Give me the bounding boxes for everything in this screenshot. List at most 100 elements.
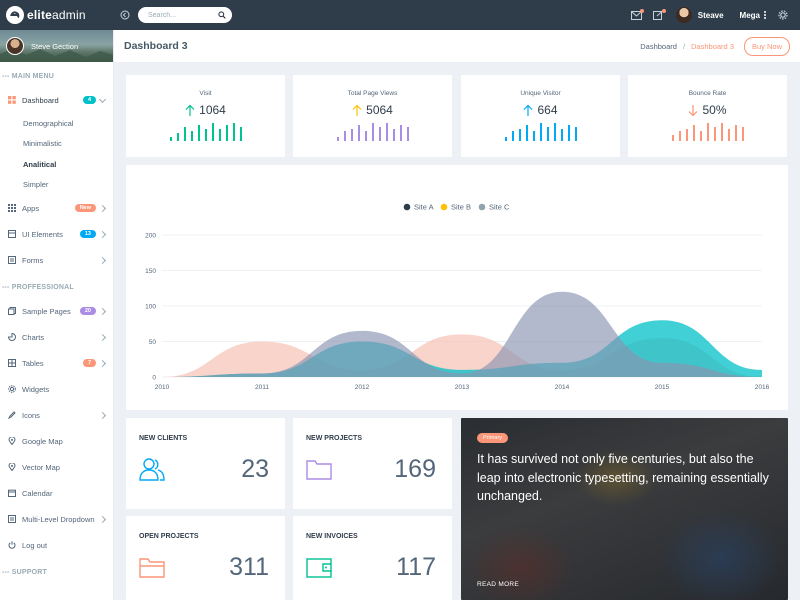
- legend-marker: [478, 203, 486, 211]
- legend-marker: [440, 203, 448, 211]
- user-avatar[interactable]: [675, 7, 692, 23]
- sparkline-bar: [546, 127, 549, 141]
- sidebar-item-apps[interactable]: Apps New: [0, 195, 113, 221]
- sample-pages-badge: 20: [79, 307, 96, 315]
- sidebar-item-google-map[interactable]: Google Map: [0, 428, 113, 454]
- chevron-down-icon: [98, 95, 107, 103]
- sidebar-item-ui-elements[interactable]: UI Elements 13: [0, 221, 113, 247]
- search-box[interactable]: [138, 7, 232, 23]
- sparkline-bar: [727, 129, 730, 141]
- card-value: 23: [241, 455, 269, 483]
- profile-name[interactable]: Steve Gection: [31, 42, 78, 51]
- y-tick-label: 200: [145, 233, 156, 240]
- sidebar-toggle-icon[interactable]: [118, 8, 132, 22]
- sparkline-bar: [685, 129, 688, 141]
- x-tick-label: 2016: [755, 384, 770, 391]
- professional-label: --- PROFFESSIONAL: [2, 283, 74, 291]
- sidebar-item-multi-level-dropdown[interactable]: Multi-Level Dropdown: [0, 506, 113, 532]
- sidebar-subitem-minimalistic[interactable]: Minimalistic: [0, 134, 113, 155]
- x-tick-label: 2015: [655, 384, 670, 391]
- topbar: eliteadmin Steave Mega: [0, 0, 800, 30]
- stat-value: 50%: [702, 103, 727, 117]
- sidebar-item-tables[interactable]: Tables 7: [0, 350, 113, 376]
- sidebar-item-label: Log out: [22, 540, 48, 550]
- sidebar-item-icons[interactable]: Icons: [0, 402, 113, 428]
- sparkline-bar: [371, 123, 374, 141]
- sparkline-bar: [218, 129, 221, 141]
- apps-badge: New: [74, 204, 96, 212]
- sparkline-bar: [204, 129, 207, 141]
- sidebar-subitem-demographical[interactable]: Demographical: [0, 113, 113, 134]
- sparkline-bar: [190, 131, 193, 141]
- sidebar-item-label: Multi-Level Dropdown: [22, 514, 95, 524]
- search-icon[interactable]: [218, 6, 226, 24]
- mega-menu-button[interactable]: Mega: [740, 11, 766, 20]
- card-open-projects: OPEN PROJECTS 311: [126, 516, 285, 600]
- search-input[interactable]: [148, 11, 214, 19]
- sidebar-item-label: Widgets: [22, 384, 50, 394]
- pen-icon: [7, 411, 16, 420]
- support-label: --- SUPPORT: [2, 568, 47, 576]
- sparkline-bar: [169, 137, 172, 141]
- legend-marker: [403, 203, 411, 211]
- user-name[interactable]: Steave: [698, 11, 724, 20]
- sparkline-bar: [211, 123, 214, 141]
- stat-card-visit: Visit 1064: [126, 75, 285, 157]
- sparkline-bar: [741, 127, 744, 141]
- sidebar-item-label: Charts: [22, 332, 45, 342]
- sparkline-bar: [692, 125, 695, 141]
- feature-text: It has survived not only five centuries,…: [477, 452, 769, 503]
- sidebar-profile[interactable]: Steve Gection: [0, 30, 113, 62]
- sparkline-bar: [574, 127, 577, 141]
- sidebar-item-label: Tables: [22, 358, 44, 368]
- sidebar-item-dashboard[interactable]: Dashboard 4: [0, 87, 113, 113]
- sparkline-bar: [350, 129, 353, 141]
- sidebar-item-widgets[interactable]: Widgets: [0, 376, 113, 402]
- sidebar-subitem-analitical[interactable]: Analitical: [0, 154, 113, 175]
- dashboard-badge: 4: [82, 96, 96, 104]
- layers-icon: [7, 230, 16, 239]
- sparkline-bar: [357, 125, 360, 141]
- feature-image-card[interactable]: Primary It has survived not only five ce…: [461, 418, 788, 600]
- sidebar-item-charts[interactable]: Charts: [0, 324, 113, 350]
- sparkline-bar: [399, 125, 402, 141]
- settings-icon[interactable]: [776, 8, 790, 22]
- card-new-clients: NEW CLIENTS 23: [126, 418, 285, 509]
- legend-label: Site C: [489, 203, 510, 212]
- notification-dot: [661, 9, 666, 13]
- area-chart-card: 0 50 100 150 200 2010 2011 2012 2013 2014 2015 2016…: [126, 165, 788, 410]
- sidebar-item-label: Icons: [22, 410, 40, 420]
- stat-label: Total Page Views: [347, 90, 398, 97]
- chevron-right-icon: [98, 515, 107, 523]
- sidebar-item-vector-map[interactable]: Vector Map: [0, 454, 113, 480]
- sidebar-item-sample-pages[interactable]: Sample Pages 20: [0, 298, 113, 324]
- sidebar-item-log-out[interactable]: Log out: [0, 532, 113, 558]
- breadcrumb: Dashboard / Dashboard 3: [640, 42, 734, 51]
- sparkline-bar: [567, 125, 570, 141]
- sidebar-subitem-simpler[interactable]: Simpler: [0, 175, 113, 196]
- primary-badge: Primary: [477, 433, 508, 443]
- chevron-right-icon: [98, 333, 107, 341]
- sparkline-bar: [720, 123, 723, 141]
- logo[interactable]: eliteadmin: [0, 0, 114, 30]
- arrow-up-icon: [185, 104, 195, 116]
- sidebar-item-forms[interactable]: Forms: [0, 247, 113, 273]
- sidebar-item-calendar[interactable]: Calendar: [0, 480, 113, 506]
- profile-avatar[interactable]: [6, 37, 24, 55]
- mail-icon[interactable]: [630, 8, 644, 22]
- y-tick-label: 150: [145, 268, 156, 275]
- read-more-link[interactable]: READ MORE: [477, 581, 519, 588]
- sparkline-bar: [525, 125, 528, 141]
- buy-now-button[interactable]: Buy Now: [743, 36, 790, 56]
- folder-open-icon: [139, 558, 165, 578]
- x-tick-label: 2013: [455, 384, 470, 391]
- sparkline: [671, 123, 744, 141]
- copy-icon: [7, 307, 16, 316]
- area-chart: 0 50 100 150 200 2010 2011 2012 2013 2014 2015 2016…: [145, 203, 770, 392]
- sparkline-bar: [699, 131, 702, 141]
- breadcrumb-link[interactable]: Dashboard: [640, 42, 677, 51]
- edit-icon[interactable]: [652, 8, 666, 22]
- chevron-right-icon: [98, 256, 107, 264]
- sparkline-bar: [343, 131, 346, 141]
- stat-value-row: 664: [461, 103, 620, 117]
